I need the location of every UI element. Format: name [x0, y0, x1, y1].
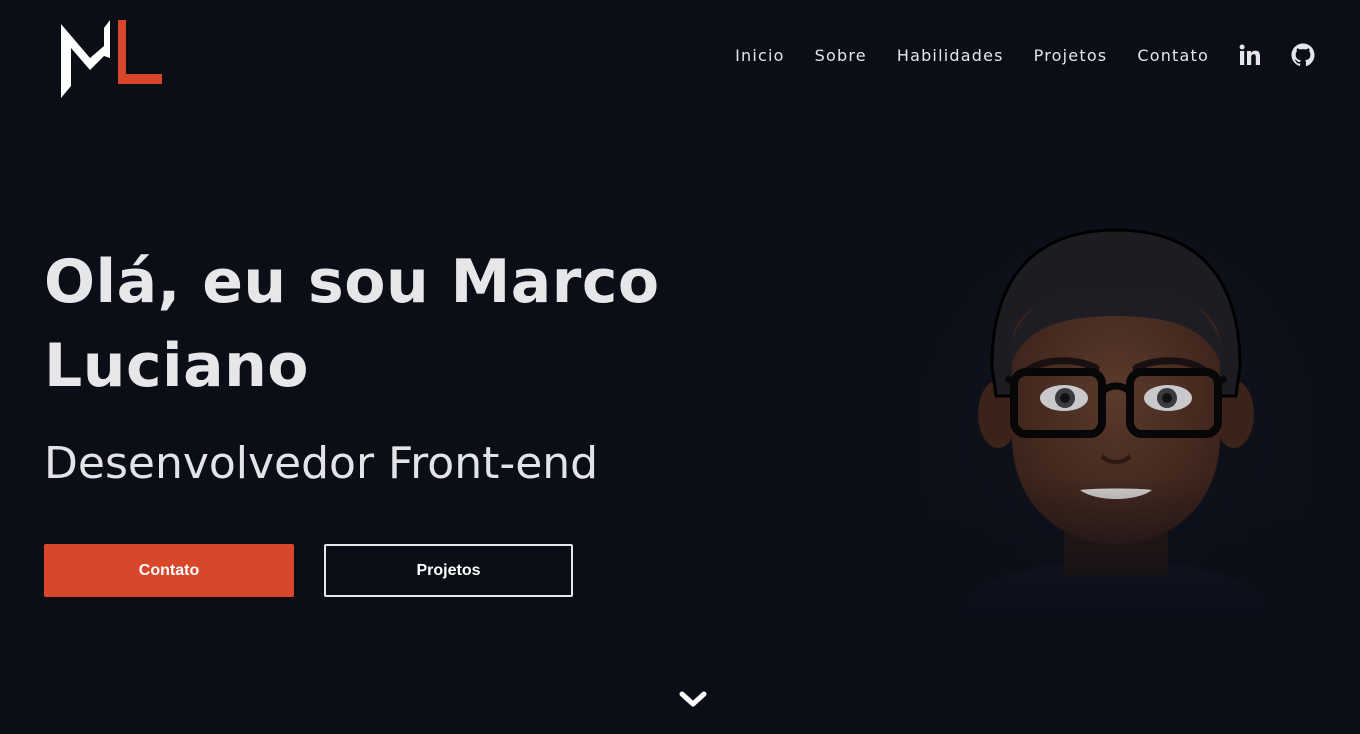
- nav-link-habilidades[interactable]: Habilidades: [897, 46, 1004, 65]
- chevron-down-icon: [679, 691, 707, 707]
- avatar-illustration: [916, 228, 1316, 616]
- github-icon[interactable]: [1290, 42, 1316, 68]
- scroll-down-button[interactable]: [678, 688, 708, 712]
- page: Inicio Sobre Habilidades Projetos Contat…: [0, 0, 1360, 734]
- logo-mark-icon: [61, 20, 162, 98]
- avatar: [916, 226, 1316, 616]
- nav-link-inicio[interactable]: Inicio: [735, 46, 785, 65]
- nav-link-projetos[interactable]: Projetos: [1034, 46, 1108, 65]
- linkedin-icon[interactable]: [1237, 42, 1263, 68]
- nav-link-contato[interactable]: Contato: [1137, 46, 1209, 65]
- contato-button[interactable]: Contato: [44, 544, 294, 597]
- hero-subtitle: Desenvolvedor Front-end: [44, 438, 599, 489]
- hero-title-line-2: Luciano: [44, 331, 310, 401]
- projetos-button[interactable]: Projetos: [324, 544, 573, 597]
- nav-link-sobre[interactable]: Sobre: [815, 46, 867, 65]
- site-logo[interactable]: [58, 18, 166, 102]
- hero-title: Olá, eu sou Marco Luciano: [44, 240, 704, 408]
- main-nav: Inicio Sobre Habilidades Projetos Contat…: [735, 42, 1316, 68]
- hero-title-line-1: Olá, eu sou Marco: [44, 247, 660, 317]
